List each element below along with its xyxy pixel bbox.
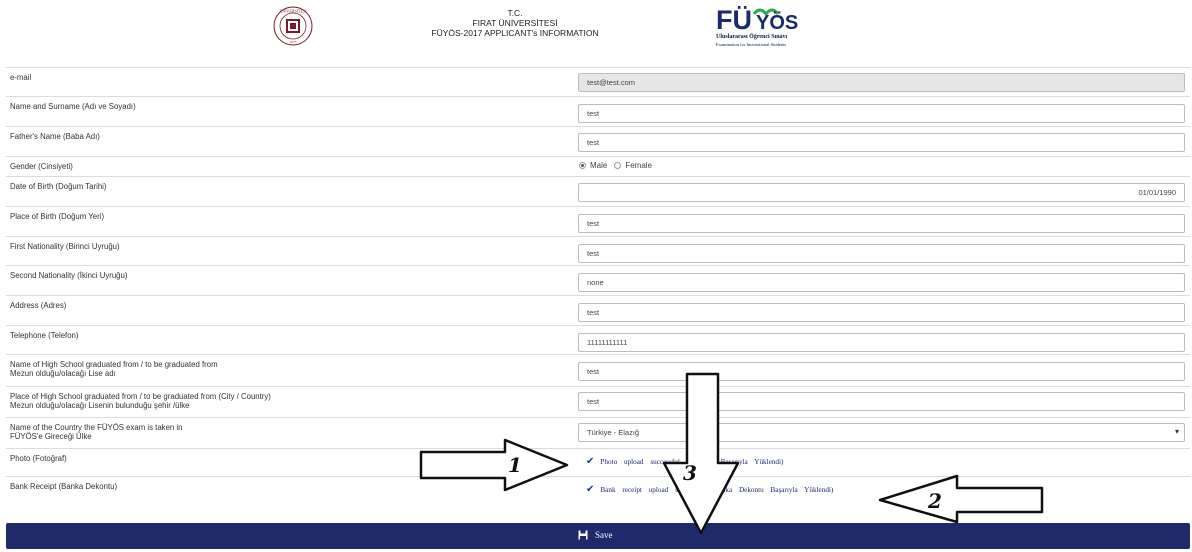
check-icon: ✔ — [586, 484, 595, 495]
dob-label: Date of Birth (Doğum Tarihi) — [10, 182, 107, 191]
header-title: T.C. FIRAT ÜNİVERSİTESİ FÜYÖS-2017 APPLI… — [400, 8, 630, 38]
form-row-email: e-mail test@test.com — [6, 67, 1190, 96]
header-line-2: FIRAT ÜNİVERSİTESİ — [472, 18, 558, 28]
nat1-label: First Nationality (Birinci Uyruğu) — [10, 242, 120, 251]
first-nationality-field[interactable]: test — [578, 244, 1185, 263]
form-row-receipt: Bank Receipt (Banka Dekontu) ✔ Bank recei… — [6, 476, 1190, 506]
name-label: Name and Surname (Adı ve Soyadı) — [10, 102, 136, 111]
gender-female-label[interactable]: Female — [625, 161, 652, 170]
email-field[interactable]: test@test.com — [578, 73, 1185, 92]
fuyos-wordmark-icon: FÜ YÖS — [716, 5, 798, 35]
nat2-label: Second Nationality (İkinci Uyruğu) — [10, 271, 128, 280]
form-row-nat2: Second Nationality (İkinci Uyruğu) none — [6, 265, 1190, 295]
photo-label: Photo (Fotoğraf) — [10, 454, 67, 463]
hs-place-label-en: Place of High School graduated from / to… — [10, 392, 271, 401]
father-name-field[interactable]: test — [578, 133, 1185, 152]
pob-label: Place of Birth (Doğum Yeri) — [10, 212, 105, 221]
receipt-upload-status: ✔ Bank receipt upload successful (Banka D… — [586, 484, 833, 495]
check-icon: ✔ — [586, 456, 595, 467]
phone-label: Telephone (Telefon) — [10, 331, 79, 340]
applicant-form: e-mail test@test.com Name and Surname (A… — [6, 67, 1190, 506]
svg-text:ÜNİVERSİTESİ: ÜNİVERSİTESİ — [279, 9, 307, 14]
exam-country-label: Name of the Country the FÜYÖS exam is ta… — [10, 423, 182, 441]
floppy-disk-icon — [578, 530, 588, 540]
date-of-birth-field[interactable]: 01/01/1990 — [578, 183, 1185, 202]
receipt-label: Bank Receipt (Banka Dekontu) — [10, 482, 118, 491]
page-header: ÜNİVERSİTESİ 1975 T.C. FIRAT ÜNİVERSİTES… — [0, 0, 1192, 67]
chevron-down-icon[interactable]: ▾ — [1175, 427, 1179, 436]
second-nationality-field[interactable]: none — [578, 273, 1185, 292]
hs-place-label: Place of High School graduated from / to… — [10, 392, 271, 410]
gender-female-radio[interactable] — [614, 162, 622, 169]
university-seal-logo: ÜNİVERSİTESİ 1975 — [273, 6, 313, 46]
address-label: Address (Adres) — [10, 301, 67, 310]
form-row-phone: Telephone (Telefon) 11111111111 — [6, 325, 1190, 354]
form-row-exam-country: Name of the Country the FÜYÖS exam is ta… — [6, 417, 1190, 448]
form-row-hs-place: Place of High School graduated from / to… — [6, 386, 1190, 417]
hs-place-label-tr: Mezun olduğu/olacağı Lisenin bulunduğu ş… — [10, 401, 190, 410]
highschool-label-tr: Mezun olduğu/olacağı Lise adı — [10, 369, 116, 378]
receipt-status-text: Bank receipt upload successful (Banka De… — [600, 486, 834, 494]
photo-upload-status: ✔ Photo upload successful (Fotoğraf Başar… — [586, 456, 783, 467]
place-of-birth-field[interactable]: test — [578, 214, 1185, 233]
name-field[interactable]: test — [578, 104, 1185, 123]
highschool-label-en: Name of High School graduated from / to … — [10, 360, 218, 369]
gender-male-label[interactable]: Male — [590, 161, 607, 170]
form-row-dob: Date of Birth (Doğum Tarihi) 01/01/1990 — [6, 176, 1190, 206]
gender-label: Gender (Cinsiyeti) — [10, 162, 73, 171]
form-row-photo: Photo (Fotoğraf) ✔ Photo upload successfu… — [6, 448, 1190, 476]
svg-text:YÖS: YÖS — [756, 11, 798, 34]
telephone-field[interactable]: 11111111111 — [578, 333, 1185, 352]
fuyos-subtitle: Uluslararası Öğrenci Sınavı Examination … — [716, 34, 826, 48]
svg-text:FÜ: FÜ — [716, 5, 752, 34]
save-button-content: Save — [578, 530, 613, 540]
form-row-name: Name and Surname (Adı ve Soyadı) test — [6, 96, 1190, 126]
svg-text:1975: 1975 — [290, 40, 297, 44]
header-line-3: FÜYÖS-2017 APPLICANT's INFORMATION — [431, 28, 599, 38]
exam-country-label-tr: FÜYÖS'e Gireceği Ülke — [10, 432, 92, 441]
highschool-label: Name of High School graduated from / to … — [10, 360, 218, 378]
save-label: Save — [595, 530, 613, 540]
photo-status-text: Photo upload successful (Fotoğraf Başarı… — [600, 458, 784, 466]
high-school-field[interactable]: test — [578, 362, 1185, 381]
gender-radio-group: Male Female — [579, 161, 659, 170]
fuyos-logo: FÜ YÖS Uluslararası Öğrenci Sınavı Exami… — [716, 2, 826, 64]
form-row-pob: Place of Birth (Doğum Yeri) test — [6, 206, 1190, 236]
form-row-father: Father's Name (Baba Adı) test — [6, 126, 1190, 156]
exam-country-select[interactable]: Türkiye - Elazığ ▾ — [578, 423, 1185, 442]
form-row-nat1: First Nationality (Birinci Uyruğu) test — [6, 236, 1190, 265]
form-row-highschool: Name of High School graduated from / to … — [6, 354, 1190, 386]
gender-male-radio[interactable] — [579, 162, 586, 169]
form-row-gender: Gender (Cinsiyeti) Male Female — [6, 156, 1190, 176]
exam-country-label-en: Name of the Country the FÜYÖS exam is ta… — [10, 423, 183, 432]
email-label: e-mail — [10, 73, 32, 82]
fuyos-subtitle-line-1: Uluslararası Öğrenci Sınavı — [716, 34, 788, 40]
fuyos-subtitle-line-2: Examination for International Students — [716, 42, 787, 47]
save-button[interactable]: Save — [6, 523, 1190, 549]
address-field[interactable]: test — [578, 303, 1185, 322]
exam-country-value: Türkiye - Elazığ — [587, 428, 640, 437]
form-row-address: Address (Adres) test — [6, 295, 1190, 325]
header-line-1: T.C. — [507, 8, 523, 18]
father-label: Father's Name (Baba Adı) — [10, 132, 100, 141]
high-school-place-field[interactable]: test — [578, 392, 1185, 411]
